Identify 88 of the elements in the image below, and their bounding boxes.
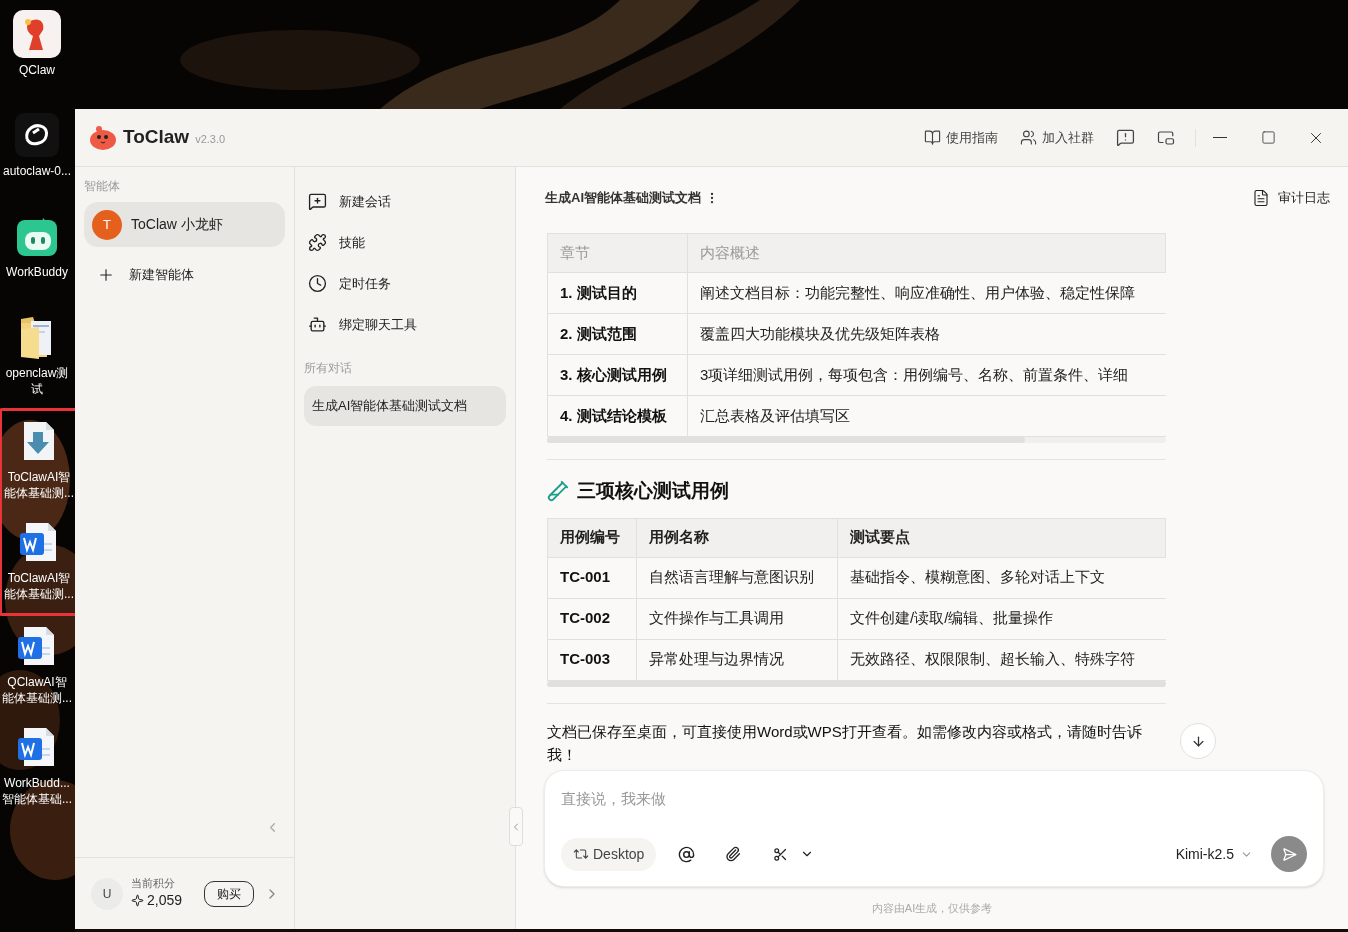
desktop-icon[interactable]: autoclaw-0... <box>0 105 74 206</box>
download-file-icon <box>22 420 56 462</box>
column-header: 章节 <box>547 233 688 273</box>
toolbar-link[interactable]: 加入社群 <box>1020 127 1094 148</box>
toolbar-button[interactable] <box>1116 128 1135 147</box>
points-value: 2,059 <box>147 891 183 910</box>
test-tube-icon <box>547 480 569 503</box>
puzzle-icon <box>308 233 327 252</box>
desktop-icon-label: WorkBuddy <box>6 264 68 280</box>
desktop-icon[interactable]: ToClawAI智 能体基础测... <box>2 512 76 613</box>
app-name: ToClaw <box>123 125 190 150</box>
users-icon <box>1020 129 1037 146</box>
table-cell: 文件操作与工具调用 <box>636 598 838 639</box>
arrow-down-icon <box>1190 733 1206 749</box>
app-version: v2.3.0 <box>195 131 226 147</box>
desktop-icon[interactable]: WorkBudd... 智能体基础... <box>0 717 74 818</box>
desktop-icon-label: WorkBudd... 智能体基础... <box>2 775 72 807</box>
audit-log-button[interactable]: 审计日志 <box>1252 188 1330 208</box>
scissors-icon <box>773 846 789 862</box>
agent-item[interactable]: T ToClaw 小龙虾 <box>84 202 285 247</box>
user-avatar: U <box>91 877 123 910</box>
column-header: 测试要点 <box>837 518 1166 557</box>
section-label: 所有对话 <box>303 360 353 377</box>
table-cell: 1. 测试目的 <box>547 272 688 314</box>
desktop-icon-label: ToClawAI智 能体基础测... <box>4 469 74 501</box>
desktop-icon[interactable]: openclaw测 试 <box>0 307 74 408</box>
feedback-icon <box>1116 128 1135 147</box>
table-cell: TC-003 <box>547 639 637 680</box>
scroll-down-button[interactable] <box>1180 723 1216 759</box>
word-document-icon <box>18 726 56 768</box>
crab-logo-icon <box>89 124 117 151</box>
chat-title: 生成AI智能体基础测试文档 <box>545 189 701 208</box>
table-cell: 4. 测试结论模板 <box>547 395 688 437</box>
desktop-icon[interactable]: QClawAI智 能体基础测... <box>0 616 74 717</box>
book-icon <box>924 129 941 146</box>
cat-face-app-icon <box>17 216 57 256</box>
desktop-icon-label: openclaw测 试 <box>5 365 69 397</box>
word-document-icon <box>18 625 56 667</box>
window-overlay-icon <box>1157 128 1175 147</box>
agent-name: ToClaw 小龙虾 <box>131 215 223 234</box>
points-label: 当前积分 <box>131 876 176 890</box>
nav-item[interactable]: 绑定聊天工具 <box>308 305 515 344</box>
table-cell: 2. 测试范围 <box>547 313 688 355</box>
section-label: 智能体 <box>83 178 121 195</box>
section-heading: 三项核心测试用例 <box>577 479 729 503</box>
column-header: 内容概述 <box>687 233 1166 273</box>
table-cell: 3. 核心测试用例 <box>547 354 688 396</box>
table-cell: TC-001 <box>547 557 637 598</box>
chat-plus-icon <box>308 192 327 211</box>
table-cell: 异常处理与边界情况 <box>636 639 838 680</box>
document-icon <box>1252 189 1270 207</box>
send-button[interactable] <box>1271 836 1307 872</box>
minimize-icon <box>1213 137 1227 138</box>
mention-button[interactable] <box>678 845 696 863</box>
desktop-icon-label: QClawAI智 能体基础测... <box>2 674 72 706</box>
swap-arrows-icon <box>573 846 589 862</box>
table-cell: 自然语言理解与意图识别 <box>636 557 838 598</box>
table-cell: TC-002 <box>547 598 637 639</box>
disclaimer-text: 内容由AI生成，仅供参考 <box>870 901 994 916</box>
swirl-app-icon <box>15 113 59 157</box>
column-header: 用例名称 <box>636 518 838 557</box>
nav-item[interactable]: 技能 <box>308 223 515 262</box>
buy-button[interactable]: 购买 <box>204 880 254 907</box>
word-document-icon <box>20 521 58 563</box>
agent-avatar: T <box>92 209 122 240</box>
message-input[interactable]: 直接说，我来做 <box>561 785 1307 811</box>
toolbar-button[interactable] <box>1157 128 1175 147</box>
at-sign-icon <box>678 845 696 863</box>
model-selector[interactable]: Kimi-k2.5 <box>1175 843 1253 865</box>
paperclip-icon <box>725 846 742 862</box>
sparkle-icon <box>131 894 144 907</box>
toolbar-link[interactable]: 使用指南 <box>924 127 998 148</box>
attach-button[interactable] <box>725 846 742 862</box>
column-header: 用例编号 <box>547 518 637 557</box>
send-icon <box>1281 846 1297 862</box>
robot-icon <box>308 315 327 334</box>
desktop-icon-label: autoclaw-0... <box>2 163 71 179</box>
desktop-icon[interactable]: ToClawAI智 能体基础测... <box>2 411 76 512</box>
nav-item[interactable]: 定时任务 <box>308 264 515 303</box>
new-agent-button[interactable]: 新建智能体 <box>97 265 294 285</box>
clock-icon <box>308 274 327 293</box>
maximize-icon <box>1260 130 1276 145</box>
nav-item[interactable]: 新建会话 <box>308 182 515 221</box>
message-text: 文档已保存至桌面，可直接使用Word或WPS打开查看。如需修改内容或格式，请随时告诉我！ <box>547 721 1143 765</box>
location-chip[interactable]: Desktop <box>561 837 657 871</box>
desktop-icon-label: ToClawAI智 能体基础测... <box>4 570 74 602</box>
desktop-icon[interactable]: WorkBuddy <box>0 206 74 307</box>
conversation-item[interactable]: 生成AI智能体基础测试文档 <box>304 386 506 426</box>
